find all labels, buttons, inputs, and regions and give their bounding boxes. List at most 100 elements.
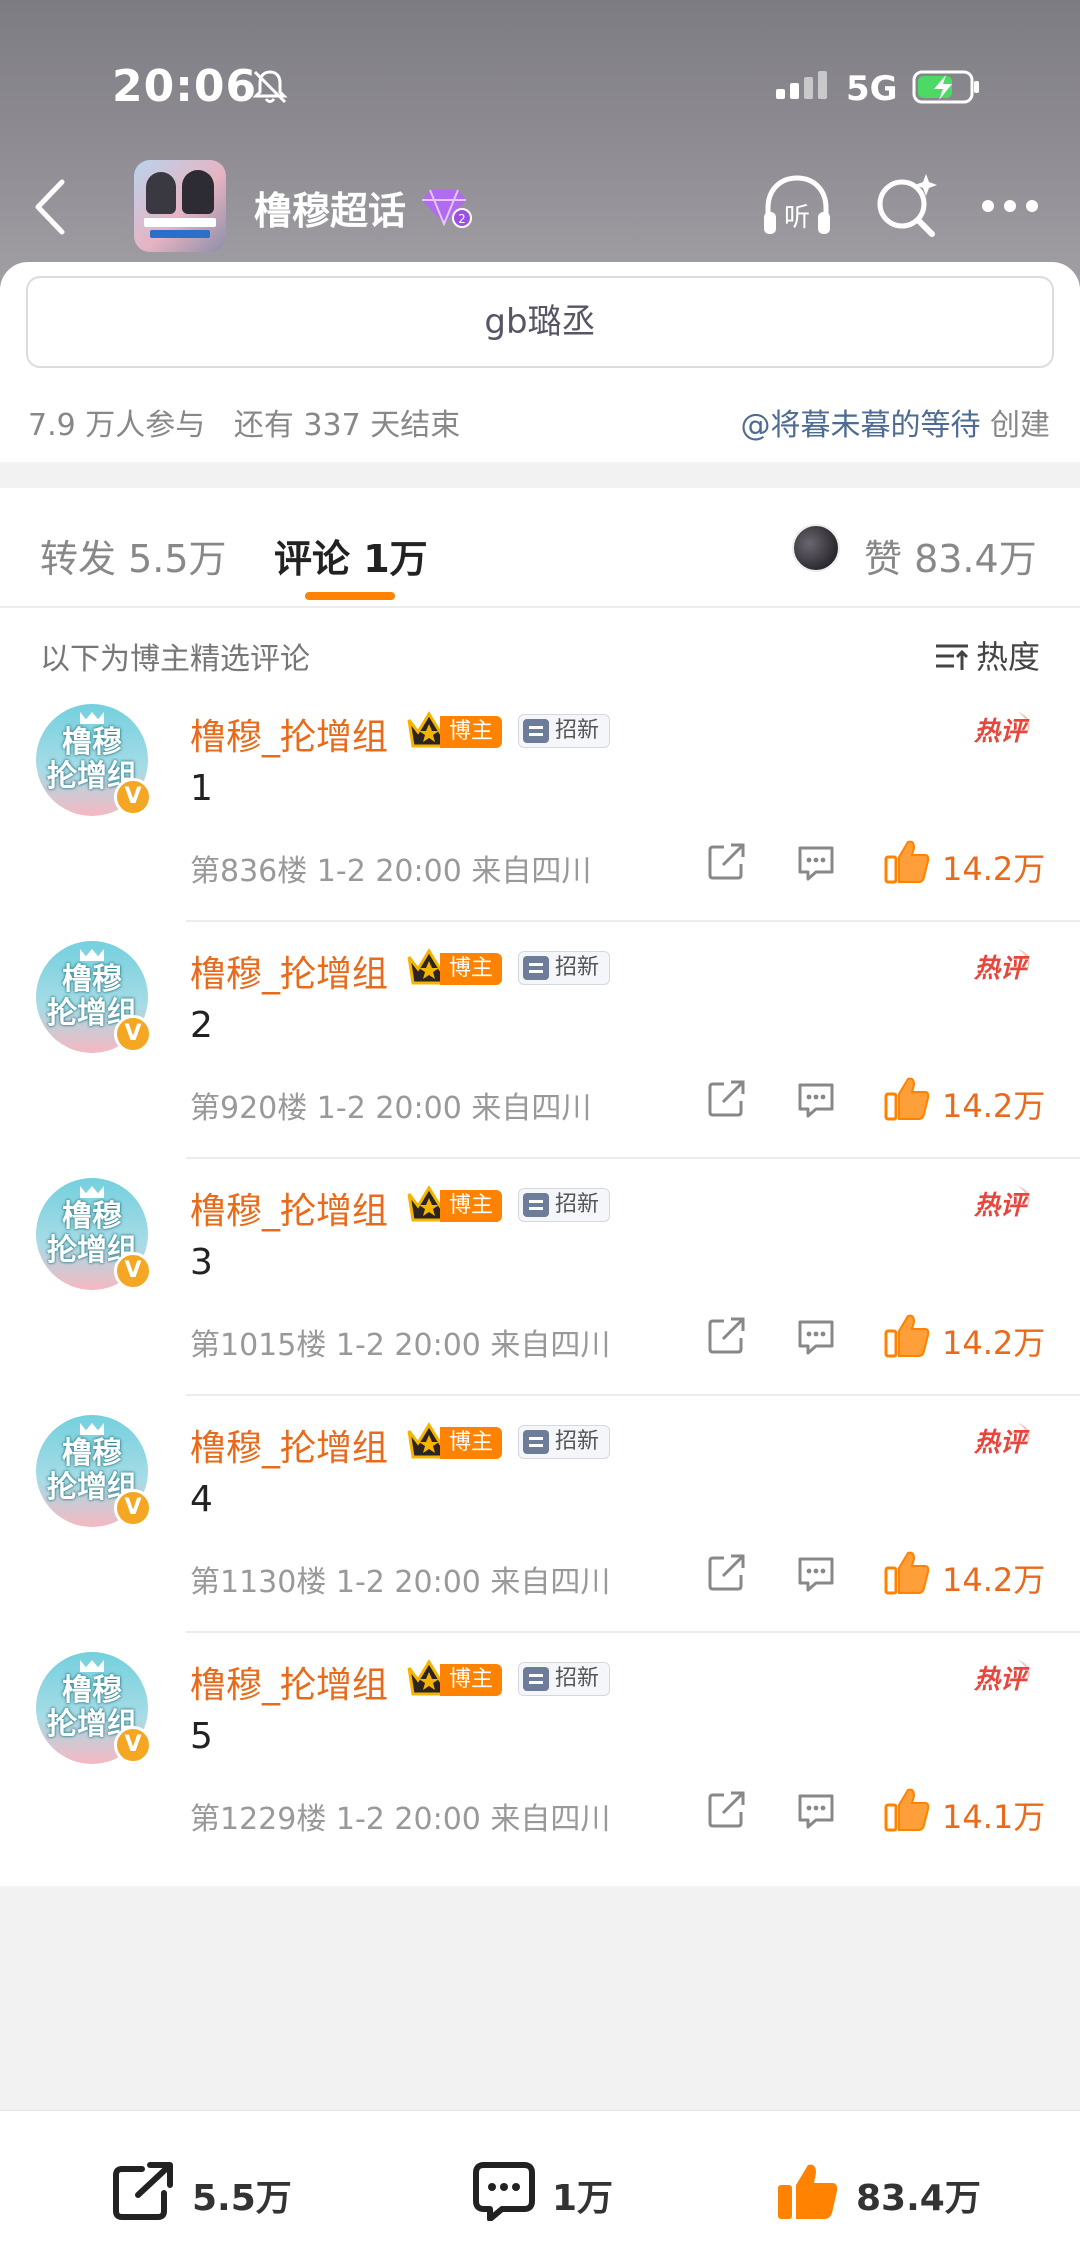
commenter-name[interactable]: 橹穆_抡增组 <box>190 1182 388 1234</box>
comment-item[interactable]: 橹穆 抡增组 V 橹穆_抡增组 博主 招新 热评 3 第1015楼 1-2 20… <box>0 1160 1080 1396</box>
comment-like-count: 14.2万 <box>942 1087 1046 1125</box>
tab-forward[interactable]: 转发 5.5万 <box>40 528 227 583</box>
owner-badge: 博主 <box>406 947 506 987</box>
verified-badge-icon: V <box>114 1252 152 1290</box>
recruit-icon <box>523 1193 549 1217</box>
thumbs-up-icon[interactable] <box>884 1786 930 1832</box>
commenter-name[interactable]: 橹穆_抡增组 <box>190 1419 388 1471</box>
share-icon <box>113 2162 173 2220</box>
verified-badge-icon: V <box>114 1489 152 1527</box>
sort-button[interactable]: 热度 <box>934 632 1040 678</box>
group-avatar[interactable] <box>134 160 226 252</box>
divider <box>186 1394 1080 1396</box>
hot-comment-icon: 热评 <box>973 1186 1030 1221</box>
tab-likes[interactable]: 赞 83.4万 <box>864 528 1037 583</box>
divider <box>0 606 1080 608</box>
verified-badge-icon: V <box>114 778 152 816</box>
participants-count: 7.9 万人参与 <box>28 408 206 443</box>
reply-icon[interactable] <box>796 1081 836 1119</box>
reply-icon[interactable] <box>796 1318 836 1356</box>
divider <box>186 920 1080 922</box>
thumbs-up-icon[interactable] <box>884 1312 930 1358</box>
owner-badge-label: 博主 <box>440 1190 502 1222</box>
thumbs-up-icon[interactable] <box>884 1075 930 1121</box>
comment-meta: 第1229楼 1-2 20:00 来自四川 <box>190 1802 611 1837</box>
recruit-icon <box>523 956 549 980</box>
signal-icon <box>776 71 827 99</box>
hot-comment-icon: 热评 <box>973 1660 1030 1695</box>
share-icon[interactable] <box>706 842 746 882</box>
battery-charging-icon <box>912 70 979 104</box>
reply-icon[interactable] <box>796 1555 836 1593</box>
commenter-name[interactable]: 橹穆_抡增组 <box>190 1656 388 1708</box>
search-star-icon[interactable] <box>872 170 942 242</box>
svg-text:听: 听 <box>784 203 810 233</box>
group-name[interactable]: 橹穆超话 <box>254 180 406 235</box>
status-bar: 20:06 5G <box>0 55 1080 125</box>
tab-comments[interactable]: 评论 1万 <box>274 528 428 583</box>
comment-item[interactable]: 橹穆 抡增组 V 橹穆_抡增组 博主 招新 热评 1 第836楼 1-2 20:… <box>0 686 1080 922</box>
reply-icon[interactable] <box>796 1792 836 1830</box>
thumbs-up-icon[interactable] <box>884 838 930 884</box>
comment-item[interactable]: 橹穆 抡增组 V 橹穆_抡增组 博主 招新 热评 4 第1130楼 1-2 20… <box>0 1397 1080 1633</box>
comment-like-count: 14.2万 <box>942 1561 1046 1599</box>
comment-like-count: 14.2万 <box>942 850 1046 888</box>
svg-text:热评: 热评 <box>973 1428 1030 1458</box>
owner-badge-label: 博主 <box>440 716 502 748</box>
recruit-icon <box>523 719 549 743</box>
svg-text:热评: 热评 <box>973 717 1030 747</box>
recruit-badge-label: 招新 <box>555 955 600 980</box>
share-icon[interactable] <box>706 1790 746 1830</box>
owner-badge-label: 博主 <box>440 953 502 985</box>
status-time: 20:06 <box>112 61 258 112</box>
comment-item[interactable]: 橹穆 抡增组 V 橹穆_抡增组 博主 招新 热评 5 第1229楼 1-2 20… <box>0 1634 1080 1870</box>
recruit-badge-label: 招新 <box>555 1666 600 1691</box>
sort-label: 热度 <box>975 638 1040 676</box>
commenter-name[interactable]: 橹穆_抡增组 <box>190 945 388 997</box>
verified-badge-icon: V <box>114 1726 152 1764</box>
owner-badge-label: 博主 <box>440 1427 502 1459</box>
recruit-badge-label: 招新 <box>555 1192 600 1217</box>
recruit-badge[interactable]: 招新 <box>518 1425 610 1459</box>
recruit-badge[interactable]: 招新 <box>518 714 610 748</box>
liker-avatar <box>792 524 840 572</box>
share-icon[interactable] <box>706 1079 746 1119</box>
comment-item[interactable]: 橹穆 抡增组 V 橹穆_抡增组 博主 招新 热评 2 第920楼 1-2 20:… <box>0 923 1080 1159</box>
verified-badge-icon: V <box>114 1015 152 1053</box>
remaining-days: 还有 337 天结束 <box>233 408 461 443</box>
thumbs-up-icon <box>778 2164 838 2219</box>
comment-like-count: 14.1万 <box>942 1798 1046 1836</box>
reply-icon[interactable] <box>796 844 836 882</box>
topic-creator: @将暮未暮的等待 创建 <box>740 400 1050 444</box>
topic-title[interactable]: gb璐丞 <box>26 276 1054 368</box>
more-icon[interactable] <box>980 194 1040 218</box>
share-icon[interactable] <box>706 1553 746 1593</box>
hot-comment-icon: 热评 <box>973 712 1030 747</box>
comment-meta: 第920楼 1-2 20:00 来自四川 <box>190 1091 592 1126</box>
mute-bell-icon <box>252 70 288 104</box>
comment-text: 5 <box>190 1716 213 1757</box>
recruit-badge[interactable]: 招新 <box>518 1662 610 1696</box>
comments-card: 转发 5.5万 评论 1万 赞 83.4万 以下为博主精选评论 热度 橹穆 抡增… <box>0 488 1080 1886</box>
comment-text: 4 <box>190 1479 213 1520</box>
thumbs-up-icon[interactable] <box>884 1549 930 1595</box>
recruit-badge[interactable]: 招新 <box>518 1188 610 1222</box>
creator-link[interactable]: @将暮未暮的等待 <box>740 408 980 443</box>
comment-like-count: 14.2万 <box>942 1324 1046 1362</box>
gem-level-icon: 2 <box>422 189 472 228</box>
commenter-name[interactable]: 橹穆_抡增组 <box>190 708 388 760</box>
listen-icon[interactable]: 听 <box>760 172 834 244</box>
comment-meta: 第1130楼 1-2 20:00 来自四川 <box>190 1565 611 1600</box>
hot-comment-icon: 热评 <box>973 1423 1030 1458</box>
owner-badge: 博主 <box>406 1658 506 1698</box>
creator-suffix: 创建 <box>990 408 1050 443</box>
share-icon[interactable] <box>706 1316 746 1356</box>
recruit-badge[interactable]: 招新 <box>518 951 610 985</box>
owner-badge: 博主 <box>406 710 506 750</box>
svg-text:热评: 热评 <box>973 954 1030 984</box>
comment-text: 2 <box>190 1005 213 1046</box>
hot-comment-icon: 热评 <box>973 949 1030 984</box>
comment-meta: 第836楼 1-2 20:00 来自四川 <box>190 854 592 889</box>
back-icon[interactable] <box>28 172 72 242</box>
sort-icon <box>935 644 969 670</box>
